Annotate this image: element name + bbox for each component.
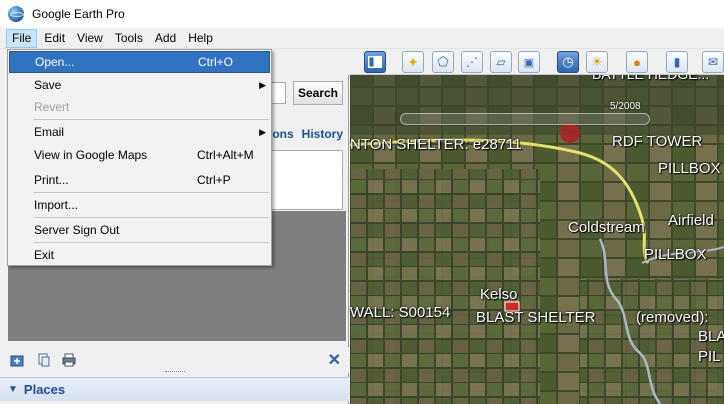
menu-item-view-in-google-maps[interactable]: View in Google Maps Ctrl+Alt+M xyxy=(9,144,270,166)
places-header[interactable]: ▼ Places xyxy=(0,377,349,401)
add-overlay-button[interactable]: ▱ xyxy=(490,51,512,73)
placemark-icon: ✦ xyxy=(407,53,419,70)
map-label: PILLBOX xyxy=(658,160,721,177)
sun-icon: ☀ xyxy=(591,54,603,69)
menu-item-label: Revert xyxy=(34,100,70,114)
menu-item-revert: Revert xyxy=(9,96,270,118)
planets-button[interactable]: ● xyxy=(626,51,648,73)
tab-directions[interactable]: ons xyxy=(272,127,293,145)
menu-item-label: Open... xyxy=(35,55,75,69)
record-tour-button[interactable]: ▣ xyxy=(518,51,540,73)
planet-icon: ● xyxy=(633,54,641,70)
map-label: Kelso xyxy=(480,286,518,303)
menu-item-server-sign-out[interactable]: Server Sign Out xyxy=(9,219,270,241)
places-label: Places xyxy=(23,382,66,397)
map-label: NTON SHELTER: e28711 xyxy=(350,136,522,153)
menu-item-shortcut: Ctrl+P xyxy=(197,173,231,187)
menu-tools[interactable]: Tools xyxy=(110,29,148,48)
path-icon: ⋰ xyxy=(466,55,478,69)
time-slider-date: 5/2008 xyxy=(610,101,641,112)
tab-history[interactable]: History xyxy=(302,127,343,145)
menu-add[interactable]: Add xyxy=(150,29,181,48)
copy-icon[interactable] xyxy=(37,353,51,367)
time-slider[interactable] xyxy=(400,113,650,125)
add-path-button[interactable]: ⋰ xyxy=(461,51,483,73)
submenu-arrow-icon: ▶ xyxy=(259,79,266,90)
search-button[interactable]: Search xyxy=(293,81,343,105)
sidebar-toggle-button[interactable] xyxy=(364,51,386,73)
file-menu-dropdown: Open... Ctrl+O Save ▶ Revert Email ▶ Vie… xyxy=(7,49,272,266)
collapse-triangle-icon[interactable]: ▼ xyxy=(8,384,18,395)
map-label: BLAST SHELTER xyxy=(476,309,596,326)
email-icon: ✉ xyxy=(707,55,719,69)
map-label: Coldstream xyxy=(568,219,645,236)
map-label: WALL: S00154 xyxy=(350,304,451,321)
submenu-arrow-icon: ▶ xyxy=(259,126,266,137)
menu-item-label: View in Google Maps xyxy=(34,148,148,162)
add-polygon-button[interactable]: ⬠ xyxy=(432,51,454,73)
menu-item-label: Import... xyxy=(34,198,79,212)
map-label: (removed): xyxy=(636,309,709,326)
menu-separator xyxy=(33,217,269,218)
polygon-icon: ⬠ xyxy=(437,54,449,69)
ruler-icon: ▮ xyxy=(673,55,681,69)
panel-resize-grip[interactable] xyxy=(165,371,185,374)
add-to-places-icon[interactable] xyxy=(10,353,24,367)
menu-item-label: Email xyxy=(34,125,65,139)
sunlight-button[interactable]: ☀ xyxy=(586,51,608,73)
sidebar-icon xyxy=(368,56,382,68)
menu-item-label: Print... xyxy=(34,173,69,187)
menu-item-open[interactable]: Open... Ctrl+O xyxy=(9,51,270,73)
menu-bar: File Edit View Tools Add Help xyxy=(0,28,724,49)
image-overlay-icon: ▱ xyxy=(496,55,506,69)
window-title: Google Earth Pro xyxy=(32,7,125,21)
menu-edit[interactable]: Edit xyxy=(39,29,70,48)
menu-item-label: Save xyxy=(34,78,62,92)
clock-icon: ◷ xyxy=(562,54,574,69)
menu-item-label: Server Sign Out xyxy=(34,223,120,237)
menu-item-import[interactable]: Import... xyxy=(9,194,270,216)
add-placemark-button[interactable]: ✦ xyxy=(402,51,424,73)
menu-help[interactable]: Help xyxy=(183,29,218,48)
map-label: RDF TOWER xyxy=(612,133,703,150)
close-icon[interactable]: ✕ xyxy=(328,350,341,370)
menu-separator xyxy=(33,192,269,193)
menu-item-exit[interactable]: Exit xyxy=(9,244,270,266)
search-panel-toolbar: ✕ xyxy=(0,347,349,373)
map-label: PIL xyxy=(698,348,721,365)
email-button[interactable]: ✉ xyxy=(702,51,724,73)
menu-item-shortcut: Ctrl+O xyxy=(198,55,234,69)
title-bar: Google Earth Pro xyxy=(0,0,724,28)
map-label: Airfield xyxy=(668,212,714,229)
map-label: BLA xyxy=(698,328,724,345)
menu-file[interactable]: File xyxy=(6,28,38,48)
menu-item-email[interactable]: Email ▶ xyxy=(9,121,270,143)
menu-separator xyxy=(33,242,269,243)
historical-imagery-button[interactable]: ◷ xyxy=(557,51,579,73)
print-icon[interactable] xyxy=(62,353,76,367)
map-label: PILLBOX xyxy=(644,246,707,263)
menu-item-label: Exit xyxy=(34,248,55,262)
menu-item-save[interactable]: Save ▶ xyxy=(9,74,270,96)
menu-separator xyxy=(33,119,269,120)
menu-view[interactable]: View xyxy=(72,29,108,48)
map-toolbar: ✦ ⬠ ⋰ ▱ ▣ ◷ ☀ ● ▮ ✉ xyxy=(350,49,724,75)
camera-icon: ▣ xyxy=(523,56,535,69)
menu-item-print[interactable]: Print... Ctrl+P xyxy=(9,169,270,191)
menu-item-shortcut: Ctrl+Alt+M xyxy=(197,148,254,162)
google-earth-icon xyxy=(8,6,24,22)
ruler-button[interactable]: ▮ xyxy=(666,51,688,73)
